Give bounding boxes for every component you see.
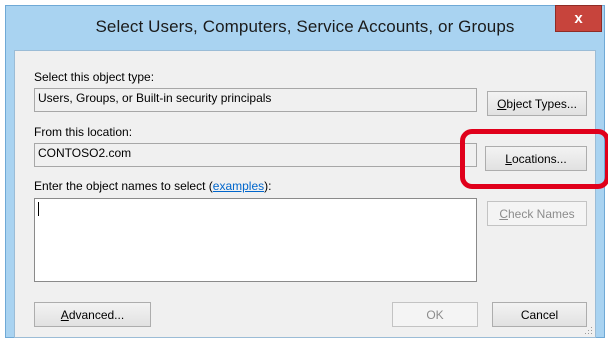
- locations-highlight-annotation: [460, 129, 608, 189]
- object-names-label: Enter the object names to select (exampl…: [34, 179, 271, 193]
- location-field: CONTOSO2.com: [34, 143, 477, 167]
- advanced-button-label: Advanced...: [60, 307, 125, 322]
- object-types-button[interactable]: Object Types...: [487, 91, 587, 116]
- object-names-input[interactable]: [34, 198, 477, 282]
- close-button[interactable]: x: [555, 5, 602, 32]
- object-type-label-text: Select this object type:: [34, 70, 155, 84]
- ok-button-label: OK: [426, 307, 444, 322]
- advanced-button[interactable]: Advanced...: [34, 302, 151, 327]
- location-label: From this location:: [34, 125, 132, 139]
- close-icon: x: [574, 10, 583, 27]
- object-types-button-label: Object Types...: [497, 96, 577, 111]
- examples-link[interactable]: examples: [213, 179, 264, 193]
- object-type-label: Select this object type:: [34, 70, 154, 84]
- check-names-button[interactable]: Check Names: [487, 201, 587, 226]
- ok-button[interactable]: OK: [392, 302, 478, 327]
- cancel-button-label: Cancel: [520, 307, 559, 322]
- object-names-label-prefix: Enter the object names to select (: [34, 179, 213, 193]
- object-names-label-suffix: ):: [264, 179, 272, 193]
- dialog-body: Select this object type: Users, Groups, …: [14, 50, 596, 338]
- dialog-title: Select Users, Computers, Service Account…: [95, 17, 515, 36]
- resize-grip-icon[interactable]: [583, 325, 593, 335]
- title-bar[interactable]: Select Users, Computers, Service Account…: [6, 5, 604, 50]
- cancel-button[interactable]: Cancel: [492, 302, 587, 327]
- check-names-button-label: Check Names: [499, 206, 575, 221]
- location-label-text: From this location:: [34, 125, 133, 139]
- text-caret: [38, 202, 39, 216]
- object-type-field: Users, Groups, or Built-in security prin…: [34, 88, 477, 112]
